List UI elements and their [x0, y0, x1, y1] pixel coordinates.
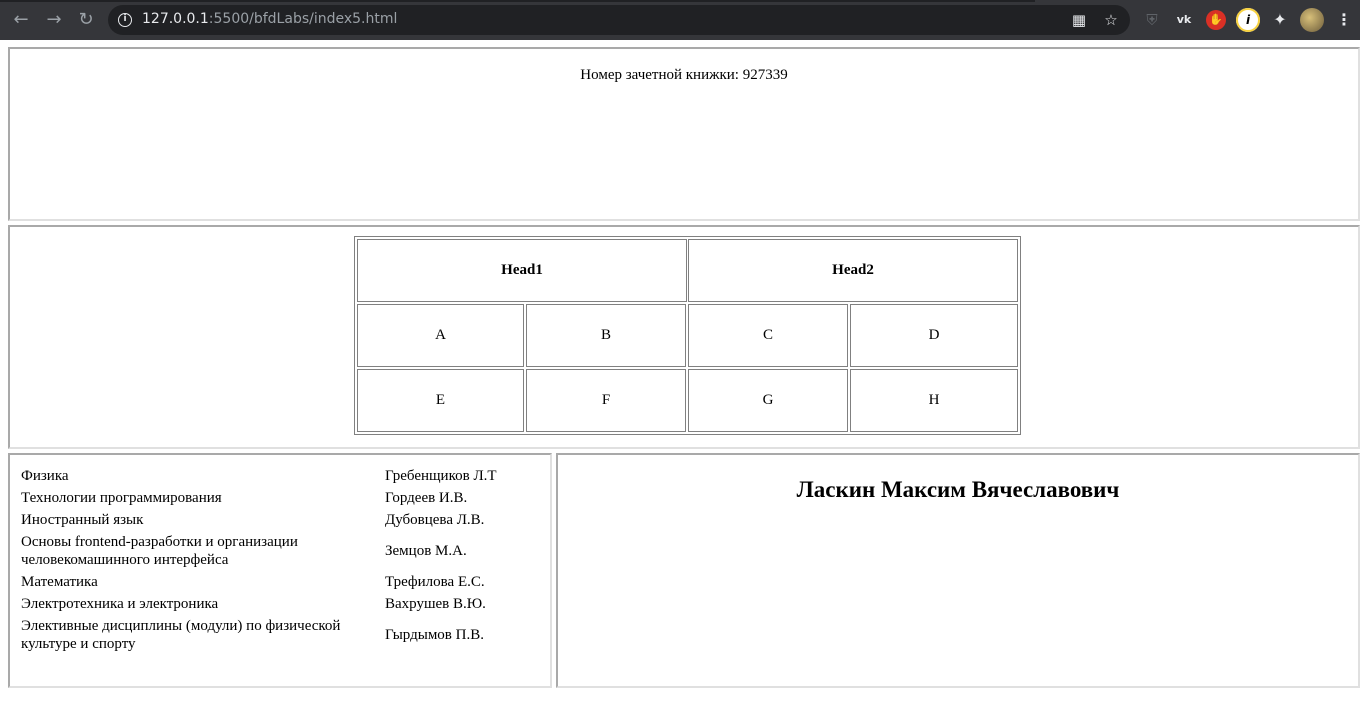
subject-name: Основы frontend-разработки и организации… [21, 534, 298, 568]
url-path: :5500/bfdLabs/index5.html [208, 11, 398, 27]
forward-icon[interactable]: → [42, 8, 66, 32]
table-cell: C [688, 304, 848, 367]
student-frame: Ласкин Максим Вячеславович [556, 453, 1360, 688]
subject-name: Элективные дисциплины (модули) по физиче… [21, 618, 341, 652]
teacher-name: Земцов М.А. [385, 543, 467, 559]
table-cell: G [688, 369, 848, 432]
student-full-name: Ласкин Максим Вячеславович [796, 477, 1120, 502]
profile-avatar[interactable] [1300, 8, 1324, 32]
yandex-extension-icon[interactable]: i [1236, 8, 1260, 32]
subject-name: Технологии программирования [21, 490, 222, 506]
tab-strip [0, 0, 1035, 2]
subject-name: Иностранный язык [21, 512, 144, 528]
reload-icon[interactable]: ↻ [74, 8, 98, 32]
menu-kebab-icon[interactable]: ⋮ [1332, 8, 1356, 32]
url-host: 127.0.0.1 [142, 11, 209, 27]
table-cell: D [850, 304, 1018, 367]
vk-extension-icon[interactable]: vk [1172, 8, 1196, 32]
teacher-name: Гордеев И.В. [385, 490, 468, 506]
teacher-name: Гырдымов П.В. [385, 627, 484, 643]
table-head-1: Head1 [357, 239, 687, 302]
extensions-puzzle-icon[interactable]: ✦ [1268, 8, 1292, 32]
subject-name: Физика [21, 468, 69, 484]
teacher-name: Гребенщиков Л.Т [385, 468, 497, 484]
url-text[interactable]: 127.0.0.1:5500/bfdLabs/index5.html [142, 11, 397, 27]
grid-table: Head1 Head2 A B C D E F G H [354, 236, 1021, 435]
bookmark-star-icon[interactable]: ☆ [1100, 9, 1122, 31]
table-head-2: Head2 [688, 239, 1018, 302]
back-icon[interactable]: ← [9, 8, 33, 32]
table-cell: F [526, 369, 686, 432]
shield-extension-icon[interactable]: ⛨ [1140, 8, 1164, 32]
teacher-name: Дубовцева Л.В. [385, 512, 485, 528]
record-book-number: Номер зачетной книжки: 927339 [580, 67, 788, 83]
table-cell: H [850, 369, 1018, 432]
table-cell: E [357, 369, 524, 432]
adblock-extension-icon[interactable]: ✋ [1206, 10, 1226, 30]
header-frame: Номер зачетной книжки: 927339 [8, 47, 1360, 221]
browser-toolbar: ← → ↻ i 127.0.0.1:5500/bfdLabs/index5.ht… [0, 0, 1360, 40]
teacher-name: Трефилова Е.С. [385, 574, 485, 590]
subjects-frame: Физика Гребенщиков Л.Т Технологии програ… [8, 453, 552, 688]
teacher-name: Вахрушев В.Ю. [385, 596, 486, 612]
site-info-icon[interactable]: i [118, 13, 132, 27]
table-cell: A [357, 304, 524, 367]
subject-name: Математика [21, 574, 98, 590]
translate-icon[interactable]: ▦ [1068, 9, 1090, 31]
table-cell: B [526, 304, 686, 367]
subject-name: Электротехника и электроника [21, 596, 219, 612]
address-bar[interactable]: i 127.0.0.1:5500/bfdLabs/index5.html ▦ ☆ [108, 5, 1130, 35]
table-frame: Head1 Head2 A B C D E F G H [8, 225, 1360, 449]
